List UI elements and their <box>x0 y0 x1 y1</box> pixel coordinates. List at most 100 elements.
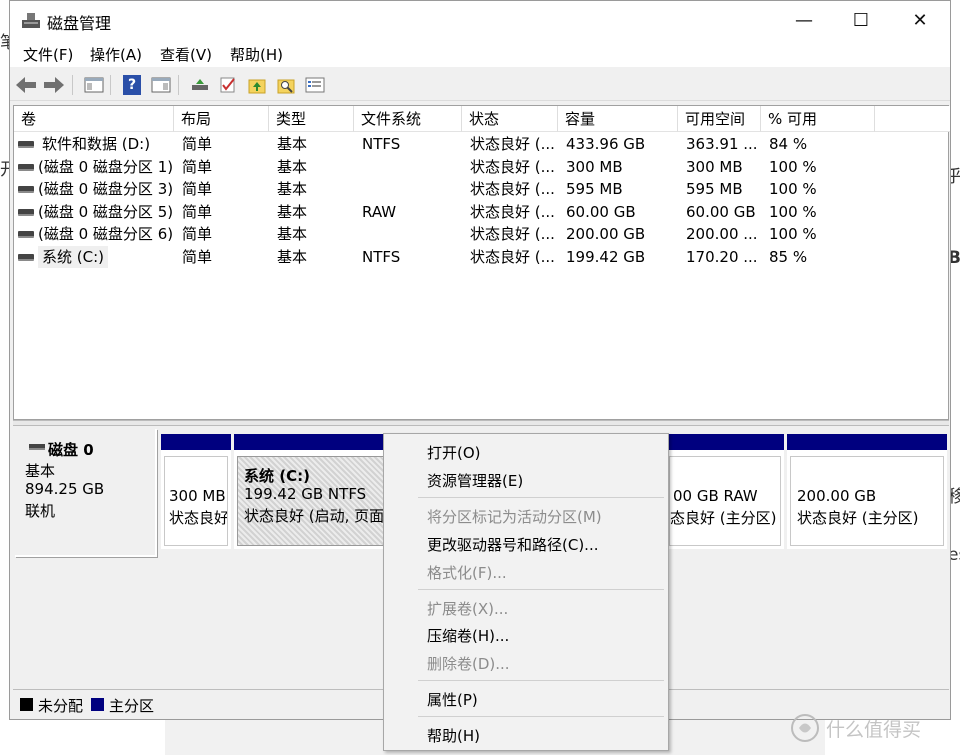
column-header-filler <box>875 106 950 132</box>
cell-layout: 简单 <box>182 157 213 176</box>
disk-name: 磁盘 0 <box>48 441 94 459</box>
cell-free-space: 595 MB <box>686 180 743 198</box>
watermark: 什么值得买 <box>790 712 960 744</box>
back-arrow-icon[interactable] <box>14 73 38 97</box>
column-header-percent-free[interactable]: % 可用 <box>761 106 875 132</box>
partition-size: 00 GB RAW <box>673 487 758 505</box>
menu-separator <box>418 589 664 590</box>
partition-block[interactable]: 200.00 GB 状态良好 (主分区) <box>787 434 947 549</box>
close-button[interactable]: ✕ <box>908 9 932 33</box>
list-view-icon[interactable] <box>303 73 327 97</box>
table-row[interactable]: (磁盘 0 磁盘分区 6) 简单 基本 状态良好 (... 200.00 GB … <box>14 223 948 246</box>
menu-item-mark-active: 将分区标记为活动分区(M) <box>384 502 668 530</box>
cell-status: 状态良好 (... <box>470 202 555 221</box>
cell-capacity: 433.96 GB <box>566 135 646 153</box>
column-header-filesystem[interactable]: 文件系统 <box>354 106 462 132</box>
menu-item-label: 扩展卷(X)... <box>427 600 509 618</box>
cell-status: 状态良好 (... <box>470 180 555 198</box>
partition-body: 200.00 GB 状态良好 (主分区) <box>790 456 944 546</box>
forward-arrow-icon[interactable] <box>42 73 66 97</box>
menu-separator <box>418 497 664 498</box>
disk-icon <box>29 444 45 450</box>
minimize-button[interactable]: — <box>792 9 816 33</box>
column-header-status[interactable]: 状态 <box>462 106 558 132</box>
menu-item-label: 打开(O) <box>427 444 481 462</box>
menu-file[interactable]: 文件(F) <box>23 44 73 65</box>
menu-item-label: 更改驱动器号和路径(C)... <box>427 536 599 554</box>
cell-percent-free: 100 % <box>769 202 817 221</box>
cell-volume: (磁盘 0 磁盘分区 3) <box>38 180 174 198</box>
help-icon[interactable]: ? <box>120 73 144 97</box>
title-bar[interactable]: 磁盘管理 — ☐ ✕ <box>10 1 950 41</box>
table-row[interactable]: (磁盘 0 磁盘分区 1) 简单 基本 状态良好 (... 300 MB 300… <box>14 156 948 179</box>
menu-item-label: 帮助(H) <box>427 727 480 745</box>
menu-item-properties[interactable]: 属性(P) <box>384 685 668 713</box>
partition-block[interactable]: 00 GB RAW 态良好 (主分区) <box>669 434 784 549</box>
menu-item-change-drive-letter[interactable]: 更改驱动器号和路径(C)... <box>384 530 668 558</box>
partition-size: 200.00 GB <box>797 487 877 505</box>
disk-type: 基本 <box>25 462 56 480</box>
folder-search-icon[interactable] <box>274 73 298 97</box>
partition-body: 300 MB 状态良好 <box>164 456 228 546</box>
cell-layout: 简单 <box>182 247 213 266</box>
window-title: 磁盘管理 <box>47 14 112 33</box>
table-row[interactable]: 系统 (C:) 简单 基本 NTFS 状态良好 (... 199.42 GB 1… <box>14 245 948 268</box>
cell-percent-free: 100 % <box>769 225 817 243</box>
menu-action[interactable]: 操作(A) <box>90 44 142 65</box>
cell-volume: (磁盘 0 磁盘分区 6) <box>38 225 174 243</box>
menu-item-explorer[interactable]: 资源管理器(E) <box>384 466 668 494</box>
menu-view[interactable]: 查看(V) <box>160 44 212 65</box>
menu-item-delete-volume: 删除卷(D)... <box>384 649 668 677</box>
toolbar-separator <box>178 75 179 95</box>
check-icon[interactable] <box>216 73 240 97</box>
partition-bar <box>161 434 231 450</box>
partition-status: 状态良好 (主分区) <box>797 509 919 527</box>
legend-swatch-unallocated <box>20 698 33 711</box>
partition-label: 系统 (C:) <box>244 467 310 485</box>
cell-type: 基本 <box>277 225 308 243</box>
table-row[interactable]: 软件和数据 (D:) 简单 基本 NTFS 状态良好 (... 433.96 G… <box>14 133 948 156</box>
table-row[interactable]: (磁盘 0 磁盘分区 3) 简单 基本 状态良好 (... 595 MB 595… <box>14 178 948 201</box>
cell-layout: 简单 <box>182 202 213 221</box>
cell-percent-free: 100 % <box>769 157 817 176</box>
properties-pane-icon[interactable] <box>82 73 106 97</box>
partition-body-selected: 系统 (C:) 199.42 GB NTFS 状态良好 (启动, 页面) <box>237 456 390 546</box>
drive-icon <box>18 253 34 261</box>
column-header-type[interactable]: 类型 <box>269 106 354 132</box>
toolbar-separator <box>72 75 73 95</box>
volume-list: 卷 布局 类型 文件系统 状态 容量 可用空间 % 可用 软件和数据 (D:) … <box>13 105 950 420</box>
cell-volume: (磁盘 0 磁盘分区 1) <box>38 157 174 176</box>
action-pane-icon[interactable] <box>149 73 173 97</box>
cell-type: 基本 <box>277 157 308 176</box>
menu-item-label: 格式化(F)... <box>427 564 507 582</box>
column-header-layout[interactable]: 布局 <box>174 106 269 132</box>
partition-block[interactable]: 300 MB 状态良好 <box>161 434 231 549</box>
menu-item-label: 属性(P) <box>427 691 478 709</box>
maximize-button[interactable]: ☐ <box>849 9 873 33</box>
legend-label-primary: 主分区 <box>109 697 155 715</box>
column-header-volume[interactable]: 卷 <box>14 106 174 132</box>
menu-help[interactable]: 帮助(H) <box>230 44 283 65</box>
disk-info-box[interactable]: 磁盘 0 基本 894.25 GB 联机 <box>15 429 157 557</box>
menu-item-help[interactable]: 帮助(H) <box>384 721 668 749</box>
folder-up-icon[interactable] <box>245 73 269 97</box>
cell-capacity: 60.00 GB <box>566 202 636 221</box>
table-row[interactable]: (磁盘 0 磁盘分区 5) 简单 基本 RAW 状态良好 (... 60.00 … <box>14 201 948 224</box>
menu-item-label: 删除卷(D)... <box>427 655 510 673</box>
partition-bar <box>787 434 947 450</box>
menu-item-shrink-volume[interactable]: 压缩卷(H)... <box>384 621 668 649</box>
connect-drive-icon[interactable] <box>188 73 212 97</box>
partition-block-system[interactable]: 系统 (C:) 199.42 GB NTFS 状态良好 (启动, 页面) <box>234 434 393 549</box>
context-menu: 打开(O) 资源管理器(E) 将分区标记为活动分区(M) 更改驱动器号和路径(C… <box>383 433 669 751</box>
drive-icon <box>18 186 34 193</box>
menu-item-label: 资源管理器(E) <box>427 472 524 490</box>
disk-management-app-icon <box>22 13 40 28</box>
smzdm-logo-icon <box>791 714 819 742</box>
cell-capacity: 300 MB <box>566 157 623 176</box>
cell-volume: 系统 (C:) <box>38 245 108 268</box>
cell-free-space: 60.00 GB <box>686 202 756 221</box>
column-header-capacity[interactable]: 容量 <box>558 106 678 132</box>
cell-status: 状态良好 (... <box>470 247 555 266</box>
column-header-free-space[interactable]: 可用空间 <box>678 106 761 132</box>
menu-item-open[interactable]: 打开(O) <box>384 438 668 466</box>
